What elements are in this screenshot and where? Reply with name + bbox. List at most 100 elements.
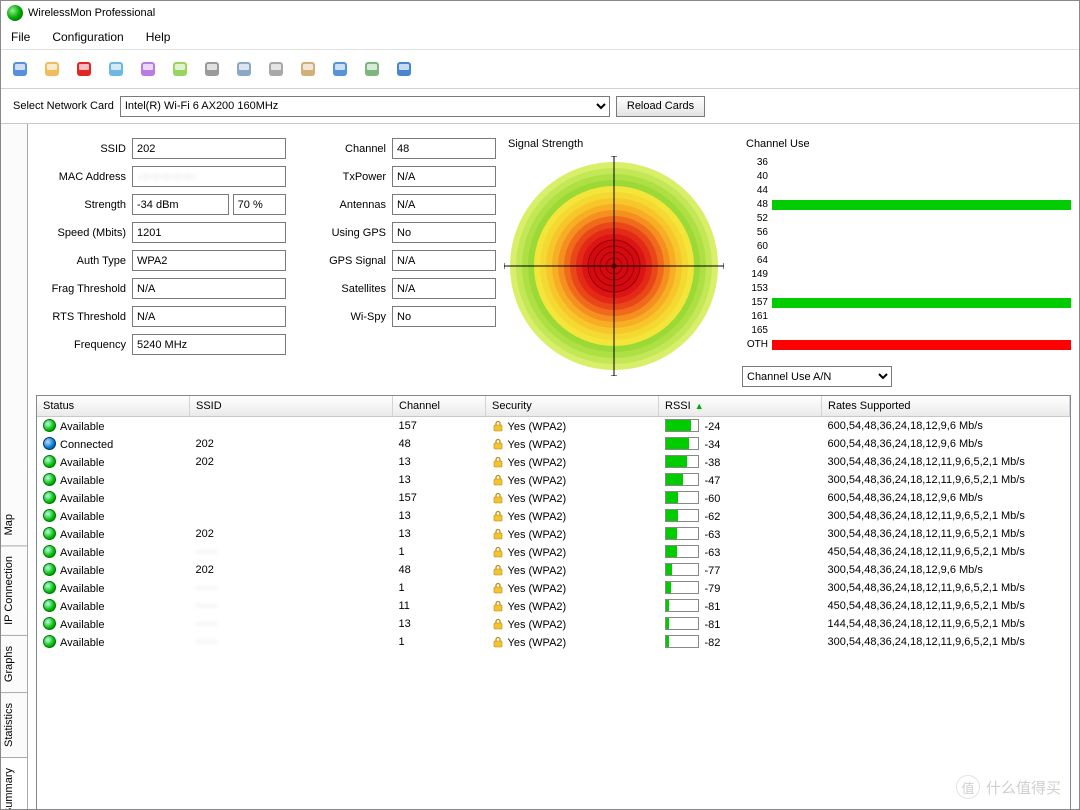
label-txpower: TxPower <box>296 171 392 183</box>
table-row[interactable]: Available157Yes (WPA2)-24600,54,48,36,24… <box>37 417 1070 436</box>
lock-icon <box>492 546 504 558</box>
table-row[interactable]: Connected20248Yes (WPA2)-34600,54,48,36,… <box>37 435 1070 453</box>
channel-use-title: Channel Use <box>746 138 1071 150</box>
col-security[interactable]: Security <box>486 396 659 417</box>
value-frag-threshold <box>132 278 286 299</box>
col-status[interactable]: Status <box>37 396 190 417</box>
folder-icon[interactable] <box>39 56 65 82</box>
sort-arrow-icon: ▲ <box>695 401 704 411</box>
channel-row-52: 52 <box>742 212 1071 226</box>
rssi-bar <box>665 599 699 612</box>
network-card-select[interactable]: Intel(R) Wi-Fi 6 AX200 160MHz <box>120 96 610 117</box>
table-row[interactable]: Available······11Yes (WPA2)-81450,54,48,… <box>37 597 1070 615</box>
reload-cards-button[interactable]: Reload Cards <box>616 96 705 117</box>
table-row[interactable]: Available20213Yes (WPA2)-63300,54,48,36,… <box>37 525 1070 543</box>
table-row[interactable]: Available13Yes (WPA2)-47300,54,48,36,24,… <box>37 471 1070 489</box>
value-antennas <box>392 194 496 215</box>
app-icon <box>7 5 23 21</box>
value-rts-threshold <box>132 306 286 327</box>
table-row[interactable]: Available······1Yes (WPA2)-79300,54,48,3… <box>37 579 1070 597</box>
tab-graphs[interactable]: Graphs <box>1 636 27 693</box>
value-mac-address <box>132 166 286 187</box>
label-mac-address: MAC Address <box>36 171 132 183</box>
menu-file[interactable]: File <box>7 28 34 46</box>
status-icon <box>43 473 56 486</box>
table-row[interactable]: Available20213Yes (WPA2)-38300,54,48,36,… <box>37 453 1070 471</box>
network-list[interactable]: StatusSSIDChannelSecurityRSSI▲Rates Supp… <box>36 395 1071 810</box>
value-channel <box>392 138 496 159</box>
channel-row-OTH: OTH <box>742 338 1071 352</box>
lock-icon <box>492 492 504 504</box>
menu-help[interactable]: Help <box>142 28 175 46</box>
titlebar: WirelessMon Professional <box>1 1 1079 25</box>
rssi-bar <box>665 617 699 630</box>
rssi-bar <box>665 563 699 576</box>
refresh-icon[interactable] <box>359 56 385 82</box>
label-frequency: Frequency <box>36 339 132 351</box>
channel-use-dropdown[interactable]: Channel Use A/N <box>742 366 892 387</box>
nic3-icon[interactable] <box>167 56 193 82</box>
channel-row-64: 64 <box>742 254 1071 268</box>
channel-row-157: 157 <box>742 296 1071 310</box>
label-rts-threshold: RTS Threshold <box>36 311 132 323</box>
toolbar <box>1 49 1079 89</box>
table-row[interactable]: Available157Yes (WPA2)-60600,54,48,36,24… <box>37 489 1070 507</box>
status-icon <box>43 581 56 594</box>
table-row[interactable]: Available······13Yes (WPA2)-81144,54,48,… <box>37 615 1070 633</box>
table-row[interactable]: Available······1Yes (WPA2)-82300,54,48,3… <box>37 633 1070 651</box>
label-channel: Channel <box>296 143 392 155</box>
status-icon <box>43 599 56 612</box>
menubar: File Configuration Help <box>1 25 1079 49</box>
value-wi-spy <box>392 306 496 327</box>
channel-row-48: 48 <box>742 198 1071 212</box>
label-satellites: Satellites <box>296 283 392 295</box>
channel-row-60: 60 <box>742 240 1071 254</box>
value-strength <box>132 194 229 215</box>
lock-icon <box>492 636 504 648</box>
lock-icon <box>492 420 504 432</box>
tab-map[interactable]: Map <box>1 504 27 546</box>
help-icon[interactable] <box>391 56 417 82</box>
value-strength-pct <box>233 194 286 215</box>
save-icon[interactable] <box>7 56 33 82</box>
menu-configuration[interactable]: Configuration <box>48 28 127 46</box>
copy-icon[interactable] <box>263 56 289 82</box>
value-using-gps <box>392 222 496 243</box>
table-row[interactable]: Available······1Yes (WPA2)-63450,54,48,3… <box>37 543 1070 561</box>
channel-row-161: 161 <box>742 310 1071 324</box>
rssi-bar <box>665 527 699 540</box>
lock-icon <box>492 456 504 468</box>
label-auth-type: Auth Type <box>36 255 132 267</box>
table-row[interactable]: Available13Yes (WPA2)-62300,54,48,36,24,… <box>37 507 1070 525</box>
target-icon[interactable] <box>71 56 97 82</box>
rssi-bar <box>665 509 699 522</box>
label-strength: Strength <box>36 199 132 211</box>
tab-summary[interactable]: Summary <box>1 758 27 810</box>
label-antennas: Antennas <box>296 199 392 211</box>
channel-row-44: 44 <box>742 184 1071 198</box>
channel-row-153: 153 <box>742 282 1071 296</box>
col-channel[interactable]: Channel <box>393 396 486 417</box>
globe-icon[interactable] <box>327 56 353 82</box>
rssi-bar <box>665 455 699 468</box>
label-frag-threshold: Frag Threshold <box>36 283 132 295</box>
col-ssid[interactable]: SSID <box>190 396 393 417</box>
rssi-bar <box>665 545 699 558</box>
print-icon[interactable] <box>231 56 257 82</box>
paste-icon[interactable] <box>295 56 321 82</box>
nic1-icon[interactable] <box>103 56 129 82</box>
tab-statistics[interactable]: Statistics <box>1 693 27 758</box>
channel-row-165: 165 <box>742 324 1071 338</box>
tab-ip-connection[interactable]: IP Connection <box>1 546 27 636</box>
status-icon <box>43 491 56 504</box>
table-row[interactable]: Available20248Yes (WPA2)-77300,54,48,36,… <box>37 561 1070 579</box>
nic2-icon[interactable] <box>135 56 161 82</box>
lock-icon <box>492 510 504 522</box>
col-rates-supported[interactable]: Rates Supported <box>822 396 1070 417</box>
export-icon[interactable] <box>199 56 225 82</box>
vertical-tabs: SummaryStatisticsGraphsIP ConnectionMap <box>1 124 28 810</box>
col-rssi[interactable]: RSSI▲ <box>659 396 822 417</box>
rssi-bar <box>665 419 699 432</box>
status-icon <box>43 545 56 558</box>
value-satellites <box>392 278 496 299</box>
